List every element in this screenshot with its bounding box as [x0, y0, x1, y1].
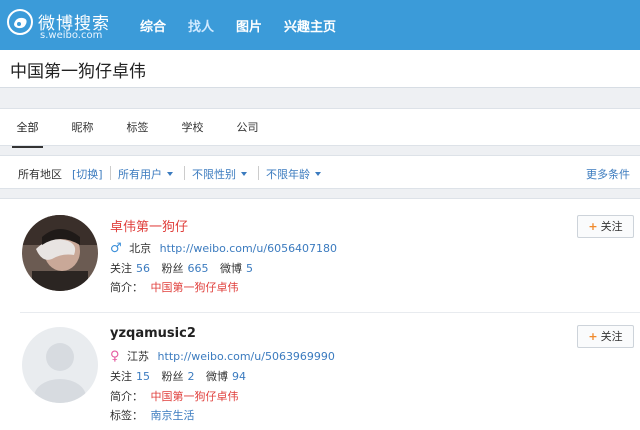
- result-divider: [20, 312, 640, 313]
- profile-url-link[interactable]: http://weibo.com/u/6056407180: [160, 242, 337, 255]
- bio-label: 简介：: [110, 281, 143, 294]
- following-label: 关注: [110, 370, 132, 383]
- female-icon: ♀: [110, 349, 120, 364]
- plus-icon: +: [588, 220, 598, 233]
- user-location-row: ♀ 江苏 http://weibo.com/u/5063969990: [110, 348, 335, 364]
- user-photo: [22, 215, 98, 291]
- nav-images[interactable]: 图片: [236, 16, 262, 35]
- user-stats-row: 关注 15 粉丝 2 微博 94: [110, 368, 254, 384]
- user-tags-row: 标签： 南京生活: [110, 407, 195, 423]
- follow-button[interactable]: + 关注: [577, 215, 634, 238]
- user-name[interactable]: yzqamusic2: [110, 326, 196, 341]
- nav-interest-pages[interactable]: 兴趣主页: [284, 16, 336, 35]
- following-count[interactable]: 56: [136, 262, 150, 275]
- fans-count[interactable]: 665: [188, 262, 209, 275]
- nav-comprehensive[interactable]: 综合: [140, 16, 166, 35]
- top-bar: 微博搜索 s.weibo.com 综合 找人 图片 兴趣主页: [0, 0, 640, 50]
- chevron-down-icon: [167, 172, 173, 176]
- following-label: 关注: [110, 262, 132, 275]
- search-input[interactable]: [10, 56, 610, 82]
- chevron-down-icon: [315, 172, 321, 176]
- filter-divider: [184, 166, 185, 180]
- user-bio-row: 简介： 中国第一狗仔卓伟: [110, 388, 239, 404]
- follow-button-label: 关注: [600, 330, 623, 343]
- following-count[interactable]: 15: [136, 370, 150, 383]
- nav-find-people[interactable]: 找人: [188, 16, 214, 35]
- follow-button[interactable]: + 关注: [577, 325, 634, 348]
- user-location-row: ♂ 北京 http://weibo.com/u/6056407180: [110, 240, 337, 256]
- default-avatar-icon: [22, 327, 98, 403]
- tag-link[interactable]: 南京生活: [151, 409, 195, 422]
- filter-divider: [110, 166, 111, 180]
- user-bio-row: 简介： 中国第一狗仔卓伟: [110, 279, 239, 295]
- chevron-down-icon: [241, 172, 247, 176]
- tab-school[interactable]: 学校: [165, 109, 220, 147]
- fans-count[interactable]: 2: [188, 370, 195, 383]
- follow-button-label: 关注: [600, 220, 623, 233]
- user-name[interactable]: 卓伟第一狗仔: [110, 216, 188, 235]
- age-filter-label: 不限年龄: [266, 168, 310, 181]
- results-list: 卓伟第一狗仔 ♂ 北京 http://weibo.com/u/605640718…: [0, 198, 640, 430]
- top-nav: 综合 找人 图片 兴趣主页: [140, 16, 358, 35]
- user-location: 北京: [129, 242, 152, 255]
- male-icon: ♂: [110, 241, 122, 256]
- result-tabs: 全部 昵称 标签 学校 公司: [0, 108, 640, 148]
- fans-label: 粉丝: [161, 262, 184, 275]
- weibo-label: 微博: [220, 262, 242, 275]
- user-location: 江苏: [127, 350, 150, 363]
- bio-text: 中国第一狗仔卓伟: [150, 390, 239, 403]
- logo-subtitle: s.weibo.com: [40, 30, 103, 41]
- filter-bar: 所有地区 [切换] 所有用户 不限性别 不限年龄 更多条件: [0, 155, 640, 189]
- region-filter-label: 所有地区: [18, 168, 62, 181]
- more-conditions-link[interactable]: 更多条件: [586, 166, 630, 182]
- user-type-filter[interactable]: 所有用户: [118, 166, 173, 182]
- tab-company[interactable]: 公司: [220, 109, 275, 147]
- tab-nickname[interactable]: 昵称: [55, 109, 110, 147]
- bio-text: 中国第一狗仔卓伟: [150, 281, 239, 294]
- tag-label: 标签：: [110, 409, 143, 422]
- filter-divider: [258, 166, 259, 180]
- age-filter[interactable]: 不限年龄: [266, 166, 321, 182]
- gender-filter[interactable]: 不限性别: [192, 166, 247, 182]
- avatar[interactable]: [22, 327, 98, 403]
- weibo-count[interactable]: 5: [246, 262, 253, 275]
- fans-label: 粉丝: [161, 370, 184, 383]
- gender-filter-label: 不限性别: [192, 168, 236, 181]
- weibo-count[interactable]: 94: [232, 370, 246, 383]
- user-stats-row: 关注 56 粉丝 665 微博 5: [110, 260, 261, 276]
- avatar[interactable]: [22, 215, 98, 291]
- search-bar: [0, 50, 640, 88]
- weibo-logo-icon: [7, 9, 33, 35]
- region-switch-link[interactable]: [切换]: [72, 166, 103, 182]
- tab-all[interactable]: 全部: [0, 109, 55, 148]
- user-type-label: 所有用户: [118, 168, 162, 181]
- weibo-search-logo[interactable]: 微博搜索 s.weibo.com: [6, 6, 136, 46]
- bio-label: 简介：: [110, 390, 143, 403]
- tab-tags[interactable]: 标签: [110, 109, 165, 147]
- profile-url-link[interactable]: http://weibo.com/u/5063969990: [158, 350, 335, 363]
- plus-icon: +: [588, 330, 598, 343]
- weibo-label: 微博: [206, 370, 228, 383]
